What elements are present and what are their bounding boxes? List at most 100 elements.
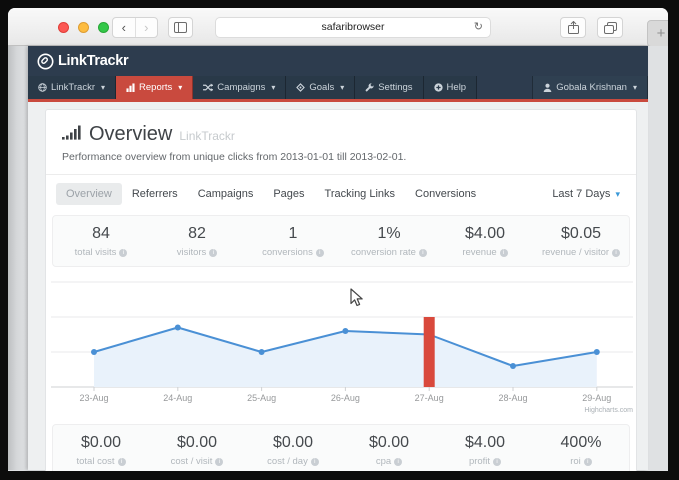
share-button[interactable]: [560, 17, 586, 38]
reload-icon[interactable]: ↻: [474, 18, 483, 37]
nav-item-linktrackr[interactable]: LinkTrackr▾: [28, 76, 116, 99]
area-chart: 23-Aug24-Aug25-Aug26-Aug27-Aug28-Aug29-A…: [47, 270, 637, 422]
area-fill: [94, 328, 597, 388]
page-title: Overview: [89, 123, 172, 146]
date-range-selector[interactable]: Last 7 Days ▾: [552, 188, 620, 200]
info-icon[interactable]: i: [118, 458, 126, 466]
info-icon[interactable]: i: [493, 458, 501, 466]
tab-tracking-links[interactable]: Tracking Links: [315, 183, 406, 205]
tab-referrers[interactable]: Referrers: [122, 183, 188, 205]
page-subtitle: Performance overview from unique clicks …: [62, 151, 620, 163]
info-icon[interactable]: i: [612, 249, 620, 257]
url-text: safaribrowser: [321, 21, 384, 33]
signal-bars-icon: [62, 125, 82, 140]
chart-credit[interactable]: Highcharts.com: [584, 407, 633, 414]
stat-value: $0.00: [53, 434, 149, 452]
stat-label: conversion ratei: [341, 247, 437, 258]
stat-label: total visitsi: [53, 247, 149, 258]
stat-value: $0.00: [341, 434, 437, 452]
chevron-down-icon: ▾: [178, 83, 182, 92]
stat-label-text: conversions: [262, 247, 313, 258]
stat-value: $4.00: [437, 225, 533, 243]
data-point-marker[interactable]: [342, 328, 348, 334]
share-icon: [568, 21, 579, 34]
browser-toolbar: ‹ › safaribrowser ↻ +: [8, 8, 668, 46]
screenshot-root: { "browser": { "url_text": "safaribrowse…: [0, 0, 679, 480]
tab-overview[interactable]: Overview: [56, 183, 122, 205]
stat-label-text: cost / day: [267, 456, 308, 467]
stat-label: cpai: [341, 456, 437, 467]
stat-label-text: profit: [469, 456, 490, 467]
x-axis-label: 27-Aug: [415, 393, 444, 403]
card-header: Overview LinkTrackr Performance overview…: [46, 110, 636, 175]
bar-chart-icon: [126, 83, 135, 92]
stat-cost-day: $0.00cost / dayi: [245, 434, 341, 467]
sidebar-button[interactable]: [168, 17, 193, 38]
new-tab-button[interactable]: +: [647, 20, 668, 47]
nav-item-goals[interactable]: Goals ▾: [286, 76, 355, 99]
info-icon[interactable]: i: [584, 458, 592, 466]
stat-value: 1%: [341, 225, 437, 243]
user-menu-label: Gobala Krishnan: [556, 82, 627, 93]
chevron-down-icon: ▾: [340, 83, 344, 92]
nav-item-label: Reports: [139, 82, 172, 93]
stat-label: revenue / visitori: [533, 247, 629, 258]
address-bar[interactable]: safaribrowser ↻: [215, 17, 491, 38]
stat-label: revenuei: [437, 247, 533, 258]
info-icon[interactable]: i: [316, 249, 324, 257]
minimize-window-button[interactable]: [78, 22, 89, 33]
x-axis-label: 28-Aug: [498, 393, 527, 403]
zoom-window-button[interactable]: [98, 22, 109, 33]
forward-button[interactable]: ›: [135, 18, 158, 37]
info-icon[interactable]: i: [500, 249, 508, 257]
linktrackr-logo-icon: [37, 53, 54, 70]
user-menu[interactable]: Gobala Krishnan▾: [532, 76, 648, 99]
data-point-marker[interactable]: [259, 349, 265, 355]
tab-conversions[interactable]: Conversions: [405, 183, 486, 205]
stat-value: 82: [149, 225, 245, 243]
nav-item-label: Goals: [309, 82, 334, 93]
wrench-icon: [365, 83, 374, 92]
back-button[interactable]: ‹: [113, 18, 135, 37]
show-tabs-button[interactable]: [597, 17, 623, 38]
stat-label: conversionsi: [245, 247, 341, 258]
data-point-marker[interactable]: [510, 363, 516, 369]
info-icon[interactable]: i: [209, 249, 217, 257]
stat-revenue-visitor: $0.05revenue / visitori: [533, 225, 629, 258]
stat-roi: 400%roii: [533, 434, 629, 467]
nav-item-settings[interactable]: Settings: [355, 76, 423, 99]
report-tabs: OverviewReferrersCampaignsPagesTracking …: [46, 175, 636, 213]
data-point-marker[interactable]: [91, 349, 97, 355]
page-body: Overview LinkTrackr Performance overview…: [28, 102, 648, 471]
close-window-button[interactable]: [58, 22, 69, 33]
data-point-marker[interactable]: [175, 325, 181, 331]
stat-value: $0.00: [149, 434, 245, 452]
stats-panel-bottom: $0.00total costi$0.00cost / visiti$0.00c…: [52, 424, 630, 471]
history-nav-group: ‹ ›: [112, 17, 158, 38]
traffic-chart: 23-Aug24-Aug25-Aug26-Aug27-Aug28-Aug29-A…: [47, 270, 635, 422]
stat-label: total costi: [53, 456, 149, 467]
browser-viewport: LinkTrackr LinkTrackr▾Reports▾Campaigns▾…: [8, 46, 668, 470]
stat-profit: $4.00profiti: [437, 434, 533, 467]
chevron-down-icon: ▾: [615, 189, 620, 199]
nav-item-label: Campaigns: [217, 82, 265, 93]
sidebar-icon: [174, 22, 187, 33]
stat-conversions: 1 conversionsi: [245, 225, 341, 258]
data-point-marker[interactable]: [594, 349, 600, 355]
nav-item-help[interactable]: Help: [424, 76, 478, 99]
stat-value: 1: [245, 225, 341, 243]
info-icon[interactable]: i: [215, 458, 223, 466]
info-icon[interactable]: i: [394, 458, 402, 466]
nav-item-label: Help: [447, 82, 467, 93]
tabs-overview-icon: [604, 22, 617, 34]
tab-pages[interactable]: Pages: [263, 183, 314, 205]
stat-label: profiti: [437, 456, 533, 467]
tab-campaigns[interactable]: Campaigns: [188, 183, 264, 205]
info-icon[interactable]: i: [119, 249, 127, 257]
info-icon[interactable]: i: [419, 249, 427, 257]
nav-item-reports[interactable]: Reports ▾: [116, 76, 193, 99]
nav-item-campaigns[interactable]: Campaigns▾: [193, 76, 286, 99]
info-icon[interactable]: i: [311, 458, 319, 466]
conversion-column[interactable]: [424, 317, 435, 387]
stat-total-visits: 84total visitsi: [53, 225, 149, 258]
